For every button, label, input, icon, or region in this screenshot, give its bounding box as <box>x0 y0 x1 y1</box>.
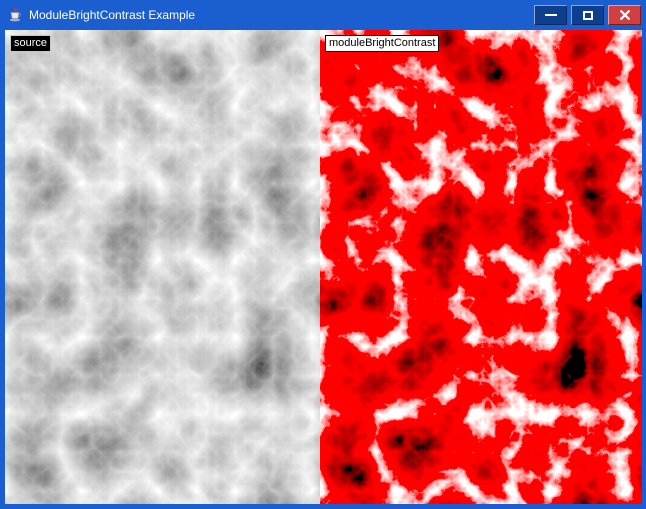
close-button[interactable] <box>608 5 641 25</box>
source-image <box>5 30 320 504</box>
processed-image-panel: moduleBrightContrast <box>320 30 642 504</box>
image-area: source <box>5 30 642 504</box>
source-image-panel: source <box>5 30 320 504</box>
maximize-button[interactable] <box>571 5 604 25</box>
titlebar[interactable]: ModuleBrightContrast Example <box>0 0 646 30</box>
close-icon <box>620 10 630 20</box>
minimize-button[interactable] <box>534 5 567 25</box>
app-window: ModuleBrightContrast Example <box>0 0 646 509</box>
source-image-label: source <box>10 35 51 52</box>
window-controls <box>534 5 641 25</box>
window-title: ModuleBrightContrast Example <box>29 8 534 22</box>
minimize-icon <box>545 14 557 16</box>
maximize-icon <box>583 11 593 20</box>
java-coffee-cup-icon <box>7 7 23 23</box>
processed-image-label: moduleBrightContrast <box>325 35 439 52</box>
processed-image <box>320 30 642 504</box>
